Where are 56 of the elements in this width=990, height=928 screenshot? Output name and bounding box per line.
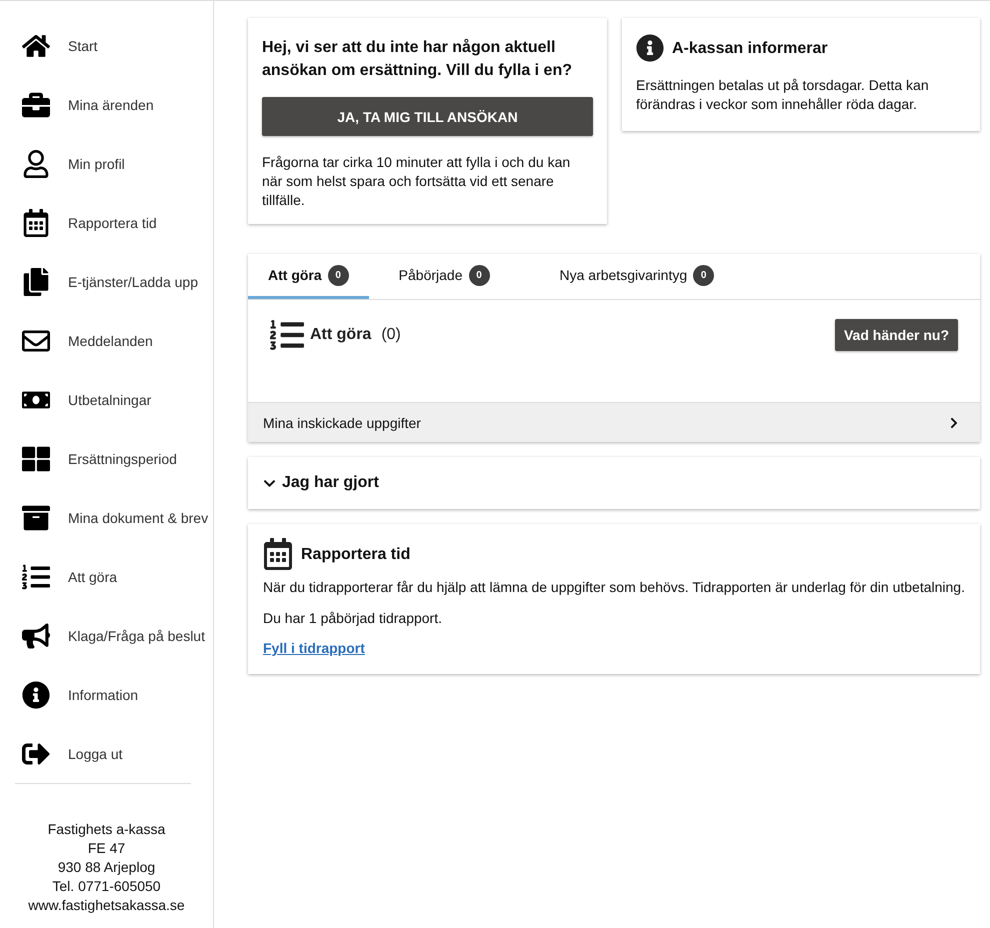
sidebar-item[interactable]: Information bbox=[0, 665, 213, 724]
address-line: Tel. 0771-605050 bbox=[51, 877, 162, 896]
sidebar-item[interactable]: Min profil bbox=[0, 134, 213, 193]
report-link[interactable]: Fyll i tidrapport bbox=[263, 640, 365, 656]
sidebar-item[interactable]: Rapportera tid bbox=[0, 193, 213, 252]
status-text: Du har 1 påbörjad tidrapport. bbox=[263, 609, 443, 628]
info-icon bbox=[636, 34, 664, 62]
toggle-label: Jag har gjort bbox=[282, 474, 379, 492]
card-text: Frågorna tar cirka 10 minuter att fylla i och du kan när som helst spara och fortsätta vid ett senare tillfälle. bbox=[262, 153, 572, 210]
sidebar-item[interactable]: E-tjänster/Ladda upp bbox=[0, 252, 213, 311]
count-badge: 0 bbox=[328, 264, 349, 286]
documents-icon bbox=[22, 268, 50, 296]
task-count: (0) bbox=[381, 326, 401, 344]
help-button[interactable]: Vad händer nu? bbox=[834, 319, 958, 351]
megaphone-icon bbox=[22, 622, 50, 650]
sidebar-item[interactable]: Klaga/Fråga på beslut bbox=[0, 606, 213, 665]
card-heading: Hej, vi ser att du inte har någon aktuell ansökan om ersättning. Vill du fylla i en? bbox=[262, 38, 573, 81]
card-heading: Rapportera tid bbox=[301, 544, 410, 564]
tab[interactable]: Påbörjade 0 bbox=[378, 254, 510, 299]
sidebar-item[interactable]: Att göra bbox=[0, 547, 213, 606]
tab[interactable]: Att göra 0 bbox=[248, 254, 369, 299]
numbered-list-icon bbox=[270, 318, 304, 352]
address-line: FE 47 bbox=[86, 839, 126, 858]
submitted-row[interactable]: Mina inskickade uppgifter bbox=[248, 402, 980, 442]
card-text: Ersättningen betalas ut på torsdagar. Detta kan förändras i veckor som innehåller röda dagar. bbox=[636, 76, 930, 114]
sidebar-item[interactable]: Utbetalningar bbox=[0, 370, 213, 429]
tab-label: Påbörjade bbox=[398, 267, 462, 283]
row-label: Mina inskickade uppgifter bbox=[263, 414, 421, 430]
archive-box-icon bbox=[22, 504, 50, 532]
numbered-list-icon bbox=[22, 562, 50, 590]
tab[interactable]: Nya arbetsgivarintyg 0 bbox=[540, 254, 734, 299]
card-text: När du tidrapporterar får du hjälp att lämna de uppgifter som behövs. Tidrapporten är underlag för din utbetalning. bbox=[263, 578, 965, 597]
user-icon bbox=[22, 150, 50, 178]
sidebar-item[interactable]: Ersättningsperiod bbox=[0, 429, 213, 488]
calendar-icon bbox=[22, 208, 50, 236]
sidebar-item[interactable]: Mina ärenden bbox=[0, 75, 213, 134]
address-line: 930 88 Arjeplog bbox=[56, 858, 156, 877]
briefcase-icon bbox=[22, 90, 50, 118]
sidebar-item[interactable]: Start bbox=[0, 16, 213, 75]
sidebar-item[interactable]: Mina dokument & brev bbox=[0, 488, 213, 547]
done-toggle[interactable]: Jag har gjort bbox=[248, 457, 980, 509]
sidebar-item[interactable]: Logga ut bbox=[0, 724, 213, 783]
count-badge: 0 bbox=[468, 264, 490, 286]
grid-icon bbox=[22, 444, 50, 472]
section-title: Att göra bbox=[310, 326, 372, 344]
info-icon bbox=[22, 680, 50, 708]
card-heading: A-kassan informerar bbox=[672, 38, 828, 58]
count-badge: 0 bbox=[693, 264, 714, 286]
chevron-right-icon bbox=[948, 416, 960, 428]
tab-label: Nya arbetsgivarintyg bbox=[560, 267, 688, 283]
address-line: Fastighets a-kassa bbox=[46, 820, 166, 839]
tab-label: Att göra bbox=[268, 267, 322, 283]
application-button[interactable]: JA, TA MIG TILL ANSÖKAN bbox=[262, 97, 593, 136]
address-line: www.fastighetsakassa.se bbox=[27, 896, 186, 915]
sidebar-item[interactable]: Meddelanden bbox=[0, 311, 213, 370]
calendar-icon bbox=[263, 538, 293, 570]
